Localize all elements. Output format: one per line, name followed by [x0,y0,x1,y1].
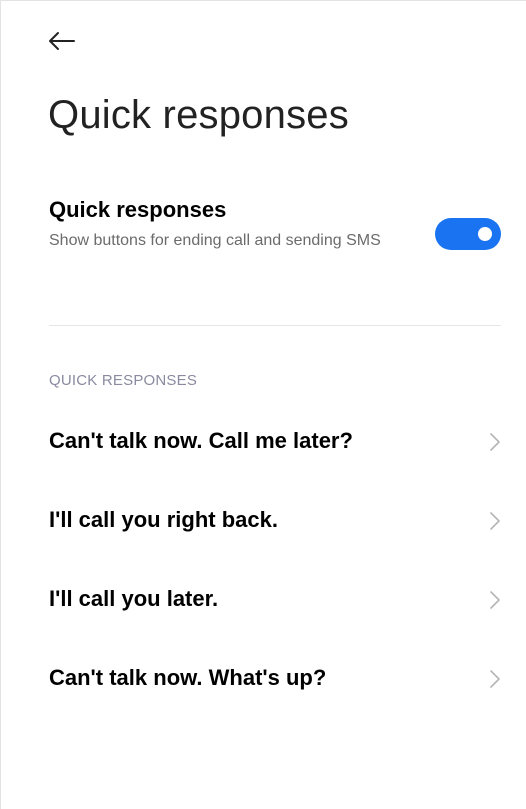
quick-responses-toggle-row[interactable]: Quick responses Show buttons for ending … [1,189,526,289]
back-button[interactable] [41,23,81,59]
response-label: I'll call you right back. [49,507,278,532]
chevron-right-icon [490,433,500,451]
section-header: QUICK RESPONSES [49,372,198,389]
divider [49,325,501,326]
response-label: Can't talk now. Call me later? [49,428,353,453]
chevron-right-icon [490,670,500,688]
toggle-subtitle: Show buttons for ending call and sending… [49,232,381,249]
switch-knob [478,227,492,241]
response-label: I'll call you later. [49,586,219,611]
response-item[interactable]: I'll call you later. [1,562,526,641]
chevron-right-icon [490,591,500,609]
page-title: Quick responses [48,93,349,137]
response-item[interactable]: I'll call you right back. [1,483,526,562]
response-label: Can't talk now. What's up? [49,665,327,690]
response-list: Can't talk now. Call me later? I'll call… [1,404,526,720]
toggle-title: Quick responses [49,197,227,222]
chevron-right-icon [490,512,500,530]
response-item[interactable]: Can't talk now. What's up? [1,641,526,720]
response-item[interactable]: Can't talk now. Call me later? [1,404,526,483]
quick-responses-screen: Quick responses Quick responses Show but… [0,0,526,809]
quick-responses-switch[interactable] [435,218,501,250]
arrow-left-icon [49,32,75,50]
